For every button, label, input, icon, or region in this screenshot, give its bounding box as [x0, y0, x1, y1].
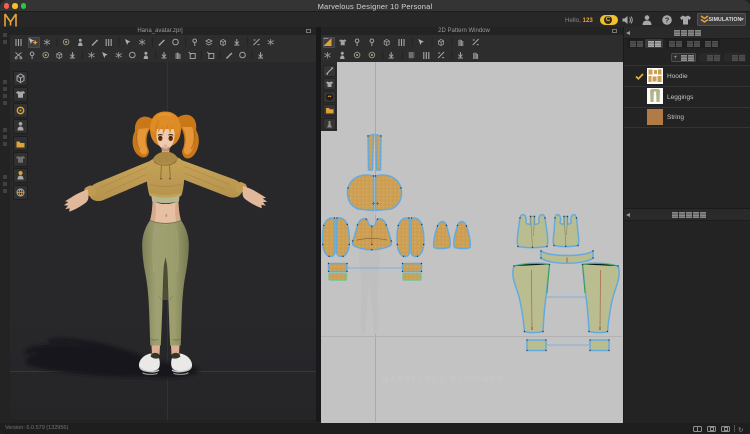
svg-text:?: ? — [665, 16, 670, 25]
